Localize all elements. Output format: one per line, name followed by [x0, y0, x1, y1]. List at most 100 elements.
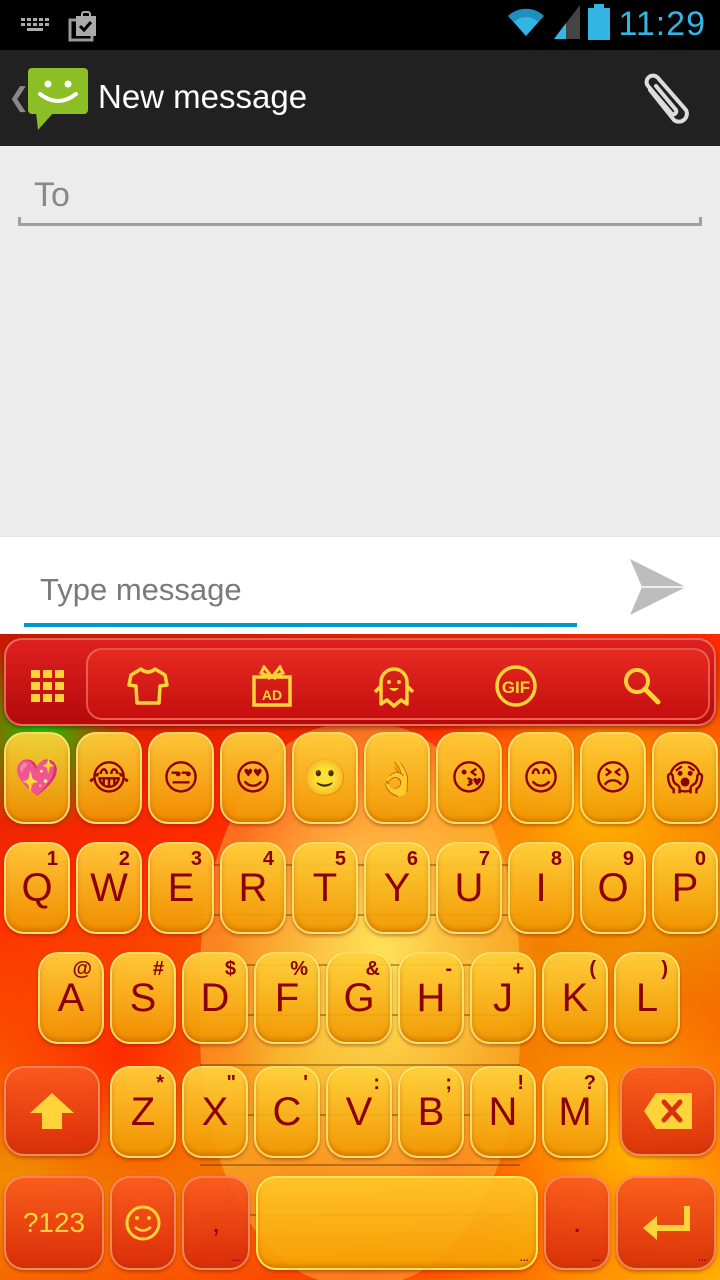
- emoji-glyph: 😣: [594, 757, 632, 798]
- emoji-glyph: 😊: [522, 757, 560, 798]
- key-label: K: [561, 976, 589, 1020]
- key-label: G: [343, 976, 375, 1020]
- emoji-key-6[interactable]: 👌: [364, 732, 430, 824]
- shift-arrow-icon: [30, 1093, 74, 1129]
- recipient-field[interactable]: To: [18, 168, 702, 226]
- backspace-key[interactable]: [620, 1066, 716, 1156]
- key-label: E: [167, 866, 195, 910]
- keyboard: AD GIF 💖 😂 😒 😍 🙂 👌 😘 😊 😣 😱 Q1W2E3R4T5Y6U7I8O9P0 A…: [0, 634, 720, 1280]
- period-key-label: .: [572, 1206, 582, 1239]
- theme-shirt-icon[interactable]: [126, 666, 170, 706]
- backspace-icon: [644, 1093, 692, 1129]
- emoji-key-3[interactable]: 😒: [148, 732, 214, 824]
- key-secondary-label: 5: [334, 848, 346, 870]
- key-label: O: [597, 866, 629, 910]
- key-d[interactable]: D $: [182, 952, 248, 1044]
- key-y[interactable]: Y6: [364, 842, 430, 934]
- key-label: Q: [21, 866, 53, 910]
- key-p[interactable]: P0: [652, 842, 718, 934]
- key-secondary-label: 2: [118, 848, 130, 870]
- key-label: J: [493, 976, 513, 1020]
- emoji-key-7[interactable]: 😘: [436, 732, 502, 824]
- key-q[interactable]: Q1: [4, 842, 70, 934]
- period-key[interactable]: . ...: [544, 1176, 610, 1270]
- key-o[interactable]: O9: [580, 842, 646, 934]
- key-label: P: [671, 866, 699, 910]
- key-t[interactable]: T5: [292, 842, 358, 934]
- key-secondary-label: 6: [406, 848, 418, 870]
- message-input[interactable]: [24, 557, 577, 627]
- svg-text:AD: AD: [262, 687, 282, 703]
- key-secondary-label: 3: [190, 848, 202, 870]
- emoji-key-5[interactable]: 🙂: [292, 732, 358, 824]
- key-k[interactable]: K(: [542, 952, 608, 1044]
- battery-icon: [588, 4, 611, 45]
- comma-key[interactable]: , ...: [182, 1176, 250, 1270]
- emoji-key-2[interactable]: 😂: [76, 732, 142, 824]
- key-x[interactable]: X ": [182, 1066, 248, 1158]
- key-label: S: [129, 976, 157, 1020]
- emoji-key-8[interactable]: 😊: [508, 732, 574, 824]
- key-label: Z: [130, 1090, 156, 1134]
- key-e[interactable]: E3: [148, 842, 214, 934]
- key-g[interactable]: G &: [326, 952, 392, 1044]
- more-dots: ...: [519, 1248, 529, 1264]
- key-label: V: [345, 1090, 373, 1134]
- key-z[interactable]: Z *: [110, 1066, 176, 1158]
- symbols-key[interactable]: ?123: [4, 1176, 104, 1270]
- key-secondary-label: 8: [550, 848, 562, 870]
- chevron-left-icon[interactable]: ❮: [8, 82, 30, 113]
- emoji-key[interactable]: [110, 1176, 176, 1270]
- key-w[interactable]: W2: [76, 842, 142, 934]
- key-i[interactable]: I8: [508, 842, 574, 934]
- more-dots: ...: [591, 1248, 601, 1264]
- key-secondary-label: %: [290, 958, 308, 980]
- key-label: D: [200, 976, 230, 1020]
- action-bar: ❮ New message: [0, 50, 720, 146]
- key-label: N: [488, 1090, 518, 1134]
- key-secondary-label: -: [445, 958, 452, 980]
- key-m[interactable]: M?: [542, 1066, 608, 1158]
- key-label: C: [272, 1090, 302, 1134]
- key-f[interactable]: F%: [254, 952, 320, 1044]
- space-key[interactable]: ...: [256, 1176, 538, 1270]
- key-secondary-label: ": [226, 1072, 236, 1094]
- key-r[interactable]: R4: [220, 842, 286, 934]
- key-l[interactable]: L): [614, 952, 680, 1044]
- key-j[interactable]: J +: [470, 952, 536, 1044]
- key-h[interactable]: H-: [398, 952, 464, 1044]
- sticker-ghost-icon[interactable]: [372, 666, 416, 708]
- emoji-glyph: 😂: [87, 757, 131, 798]
- emoji-key-10[interactable]: 😱: [652, 732, 718, 824]
- emoji-glyph: 😍: [234, 757, 272, 798]
- key-v[interactable]: V:: [326, 1066, 392, 1158]
- key-label: F: [274, 976, 300, 1020]
- key-label: Y: [383, 866, 411, 910]
- key-secondary-label: ): [661, 958, 668, 980]
- ad-gift-icon[interactable]: AD: [250, 665, 294, 707]
- key-b[interactable]: B;: [398, 1066, 464, 1158]
- paperclip-icon[interactable]: [640, 72, 694, 131]
- send-icon[interactable]: [628, 559, 688, 620]
- key-s[interactable]: S #: [110, 952, 176, 1044]
- apps-grid-icon[interactable]: [26, 666, 70, 706]
- page-title: New message: [98, 78, 308, 115]
- emoji-key-4[interactable]: 😍: [220, 732, 286, 824]
- key-c[interactable]: C ': [254, 1066, 320, 1158]
- search-icon[interactable]: [620, 666, 664, 706]
- key-u[interactable]: U7: [436, 842, 502, 934]
- key-n[interactable]: N!: [470, 1066, 536, 1158]
- key-label: I: [535, 866, 547, 910]
- emoji-key-1[interactable]: 💖: [4, 732, 70, 824]
- emoji-glyph: 😒: [162, 757, 200, 798]
- shift-key[interactable]: [4, 1066, 100, 1156]
- more-dots: ...: [231, 1248, 241, 1264]
- key-label: B: [417, 1090, 445, 1134]
- gif-label: GIF: [502, 678, 530, 697]
- gif-icon[interactable]: GIF: [494, 665, 538, 707]
- emoji-glyph: 💖: [14, 757, 60, 798]
- emoji-key-9[interactable]: 😣: [580, 732, 646, 824]
- enter-key[interactable]: ...: [616, 1176, 716, 1270]
- messaging-smiley-icon[interactable]: [28, 68, 88, 135]
- key-a[interactable]: A @: [38, 952, 104, 1044]
